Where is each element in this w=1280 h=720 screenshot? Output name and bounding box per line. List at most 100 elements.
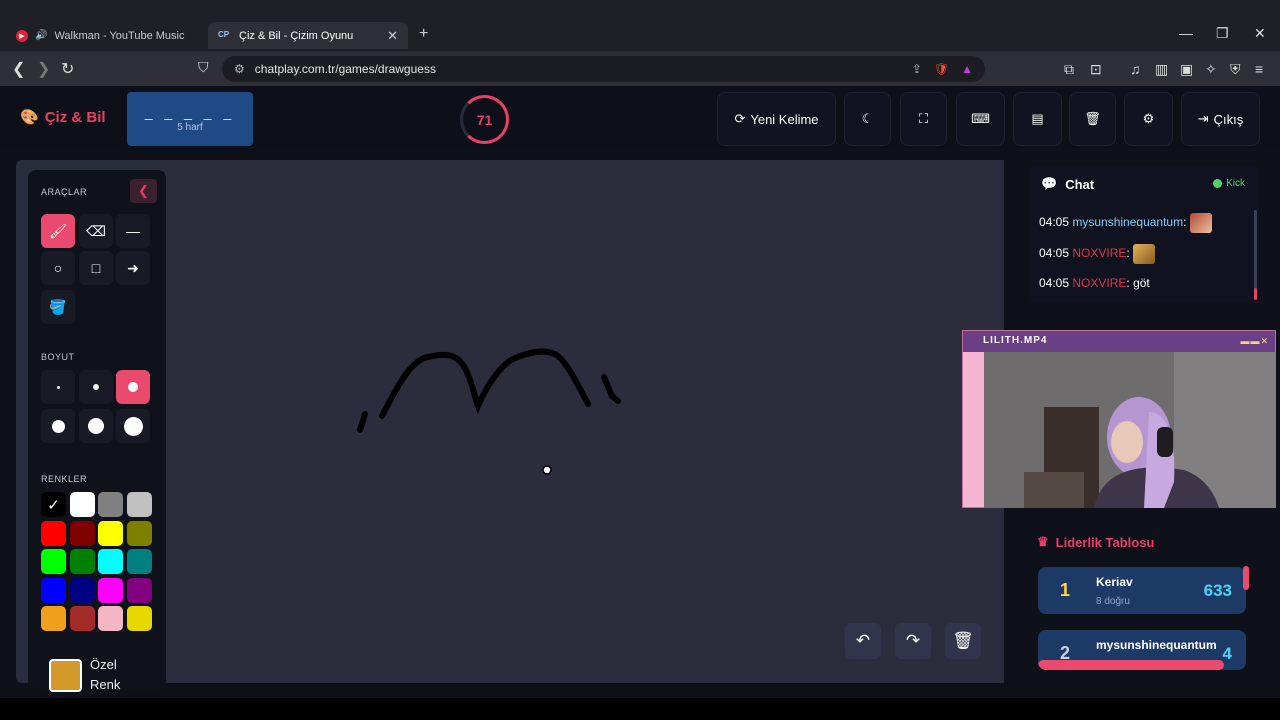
color-swatch[interactable]	[69, 577, 95, 603]
address-bar[interactable]: ⚙ chatplay.com.tr/games/drawguess ⇪ 🛡 ▲	[222, 56, 985, 82]
size-option-1[interactable]	[41, 370, 75, 404]
eraser-tool[interactable]: ⌫	[79, 214, 113, 248]
color-swatch[interactable]	[126, 520, 152, 546]
new-tab-icon[interactable]: +	[419, 25, 428, 43]
color-swatch[interactable]	[126, 549, 152, 574]
music-icon[interactable]: ♫	[1130, 61, 1141, 77]
color-swatch[interactable]	[69, 492, 95, 517]
rectangle-tool[interactable]: □	[79, 251, 113, 285]
dark-mode-button[interactable]: ☾	[844, 92, 891, 146]
color-swatch[interactable]: ✓	[41, 492, 66, 517]
keyboard-button[interactable]: ⌨	[956, 92, 1005, 146]
colors-title: RENKLER	[41, 474, 88, 484]
chat-header: 💬 Chat	[1041, 176, 1094, 192]
reload-icon[interactable]: ↻	[61, 59, 74, 79]
player-name: Keriav	[1096, 575, 1133, 589]
tab-title: Walkman - YouTube Music	[54, 29, 185, 42]
color-swatch[interactable]	[126, 492, 152, 517]
arrow-tool[interactable]: ➜	[116, 251, 150, 285]
back-icon[interactable]: ❮	[12, 59, 25, 79]
color-swatch[interactable]	[126, 577, 152, 603]
custom-color-swatch[interactable]	[49, 659, 82, 692]
collapse-sidebar-button[interactable]: ❮	[130, 179, 157, 203]
browser-tab-ciz-bil[interactable]: CP Çiz & Bil - Çizim Oyunu ✕	[208, 22, 408, 49]
wallet-icon[interactable]: ▣	[1180, 61, 1193, 78]
color-swatch[interactable]	[98, 577, 123, 603]
size-option-5[interactable]	[79, 409, 113, 443]
game-header: 🎨 Çiz & Bil _ _ _ _ _ 5 harf 71 ⟳ Yeni K…	[0, 86, 1280, 150]
clear-canvas-button[interactable]: 🗑	[945, 623, 981, 659]
size-dot	[51, 419, 65, 433]
leaderboard-title: Liderlik Tablosu	[1055, 534, 1155, 550]
status-dot	[1213, 179, 1223, 188]
chat-title: Chat	[1065, 176, 1095, 192]
browser-tab-youtube-music[interactable]: ▶ 🔊 Walkman - YouTube Music	[6, 22, 204, 49]
exit-label: Çıkış	[1213, 111, 1244, 127]
size-option-2[interactable]	[79, 370, 113, 404]
color-swatch[interactable]	[98, 492, 123, 517]
logo-text: Çiz & Bil	[44, 108, 106, 126]
size-dot	[88, 418, 104, 434]
youtube-music-icon: ▶	[16, 29, 28, 42]
minimize-icon[interactable]: —	[1179, 25, 1193, 41]
fill-tool[interactable]: 🪣	[41, 290, 75, 324]
restore-icon[interactable]: ❐	[1216, 25, 1229, 42]
leo-icon[interactable]: ✧	[1205, 61, 1217, 78]
site-settings-icon[interactable]: ⚙	[234, 62, 245, 76]
horizontal-scrollbar[interactable]	[1038, 660, 1224, 670]
redo-icon: ↷	[905, 631, 921, 650]
undo-button[interactable]: ↶	[845, 623, 881, 659]
forward-icon[interactable]: ❯	[37, 59, 50, 79]
crown-icon: ♛	[1037, 534, 1049, 549]
extensions-icon[interactable]: ⧉	[1064, 61, 1074, 78]
brush-tool[interactable]: 🖌	[41, 214, 75, 248]
exit-button[interactable]: ⇥ Çıkış	[1181, 92, 1260, 146]
settings-button[interactable]: ⚙	[1124, 92, 1173, 146]
fullscreen-button[interactable]: ⛶	[900, 92, 947, 146]
refresh-icon: ⟳	[734, 111, 746, 126]
drawing-canvas[interactable]: ↶ ↷ 🗑	[166, 160, 1004, 683]
color-swatch[interactable]	[41, 577, 66, 603]
tool-sidebar: ARAÇLAR ❮ 🖌 ⌫ — ○ □ ➜ 🪣 BOYUT RENKLER ✓ …	[28, 170, 166, 692]
drawing-strokes	[357, 348, 621, 475]
brush-cursor	[542, 465, 552, 475]
archive-button[interactable]: ▤	[1013, 92, 1062, 146]
color-swatch[interactable]	[98, 520, 123, 546]
brave-rewards-icon[interactable]: ▲	[961, 62, 973, 76]
size-option-3[interactable]	[116, 370, 150, 404]
color-swatch[interactable]	[41, 606, 66, 631]
vpn-icon[interactable]: ⛨	[1230, 61, 1241, 78]
redo-button[interactable]: ↷	[895, 623, 931, 659]
color-swatch[interactable]	[126, 606, 152, 631]
size-option-4[interactable]	[41, 409, 75, 443]
line-tool[interactable]: —	[116, 214, 150, 248]
screenshot-icon[interactable]: ⊡	[1090, 61, 1102, 78]
sidebar-icon[interactable]: ▥	[1155, 61, 1168, 78]
window-close-icon[interactable]: ✕	[1254, 25, 1266, 42]
circle-tool[interactable]: ○	[41, 251, 75, 285]
kick-status: Kick	[1213, 178, 1245, 189]
brave-shield-icon[interactable]: 🛡	[934, 62, 949, 76]
color-swatch[interactable]	[98, 549, 123, 574]
bookmark-icon[interactable]: ⛉	[198, 59, 209, 76]
menu-icon[interactable]: ≡	[1255, 61, 1263, 77]
delete-button[interactable]: 🗑	[1069, 92, 1116, 146]
color-swatch[interactable]	[69, 549, 95, 574]
player-points: 633	[1203, 581, 1232, 600]
close-tab-icon[interactable]: ✕	[387, 28, 398, 44]
color-swatch[interactable]	[41, 520, 66, 546]
tools-title: ARAÇLAR	[41, 187, 88, 197]
color-swatch[interactable]	[41, 549, 66, 574]
leaderboard-scroll-thumb[interactable]	[1243, 566, 1249, 590]
size-option-6[interactable]	[116, 409, 150, 443]
leaderboard-panel: ♛ Liderlik Tablosu 1 Keriav 8 doğru 633 …	[1017, 512, 1264, 686]
logo[interactable]: 🎨 Çiz & Bil	[20, 108, 106, 127]
color-swatch[interactable]	[69, 520, 95, 546]
kick-label: Kick	[1226, 178, 1245, 189]
chat-scroll-thumb[interactable]	[1254, 288, 1257, 300]
color-swatch[interactable]	[98, 606, 123, 631]
chat-scrollbar[interactable]	[1254, 210, 1257, 300]
new-word-button[interactable]: ⟳ Yeni Kelime	[717, 92, 836, 146]
share-icon[interactable]: ⇪	[912, 62, 922, 76]
color-swatch[interactable]	[69, 606, 95, 631]
